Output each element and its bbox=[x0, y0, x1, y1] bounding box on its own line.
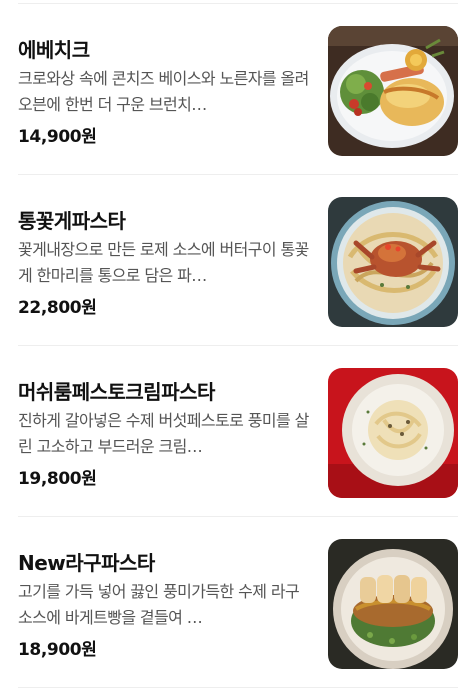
menu-list: 에베치크 크로와상 속에 콘치즈 베이스와 노른자를 올려 오븐에 한번 더 구… bbox=[0, 0, 476, 690]
menu-item-price: 22,800원 bbox=[18, 298, 97, 318]
ragu-pasta-image[interactable] bbox=[328, 539, 458, 669]
cream-pasta-image[interactable] bbox=[328, 368, 458, 498]
menu-item-price: 19,800원 bbox=[18, 469, 97, 489]
crab-pasta-icon bbox=[328, 197, 458, 327]
menu-item-name: New라구파스타 bbox=[18, 551, 155, 575]
ragu-pasta-icon bbox=[328, 539, 458, 669]
menu-item-name: 통꽃게파스타 bbox=[18, 209, 126, 233]
crab-pasta-image[interactable] bbox=[328, 197, 458, 327]
menu-item[interactable]: 머쉬룸페스토크림파스타 진하게 갈아넣은 수제 버섯페스토로 풍미를 살린 고소… bbox=[0, 345, 476, 516]
divider bbox=[18, 687, 458, 688]
menu-item-description: 꽃게내장으로 만든 로제 소스에 버터구이 통꽃게 한마리를 통으로 담은 파… bbox=[18, 240, 309, 285]
menu-item-description: 진하게 갈아넣은 수제 버섯페스토로 풍미를 살린 고소하고 부드러운 크림… bbox=[18, 411, 309, 456]
menu-item[interactable]: 에베치크 크로와상 속에 콘치즈 베이스와 노른자를 올려 오븐에 한번 더 구… bbox=[0, 3, 476, 174]
menu-item[interactable]: 통꽃게파스타 꽃게내장으로 만든 로제 소스에 버터구이 통꽃게 한마리를 통으… bbox=[0, 174, 476, 345]
brunch-plate-icon bbox=[328, 26, 458, 156]
cream-pasta-icon bbox=[328, 368, 458, 498]
menu-item-price: 18,900원 bbox=[18, 640, 97, 660]
menu-item-description: 크로와상 속에 콘치즈 베이스와 노른자를 올려 오븐에 한번 더 구운 브런치… bbox=[18, 69, 309, 114]
menu-item-price: 14,900원 bbox=[18, 127, 97, 147]
menu-item-name: 머쉬룸페스토크림파스타 bbox=[18, 380, 215, 404]
menu-item-description: 고기를 가득 넣어 끓인 풍미가득한 수제 라구 소스에 바게트빵을 곁들여 … bbox=[18, 582, 300, 627]
menu-item[interactable]: New라구파스타 고기를 가득 넣어 끓인 풍미가득한 수제 라구 소스에 바게… bbox=[0, 516, 476, 687]
brunch-plate-image[interactable] bbox=[328, 26, 458, 156]
menu-item-name: 에베치크 bbox=[18, 38, 90, 62]
